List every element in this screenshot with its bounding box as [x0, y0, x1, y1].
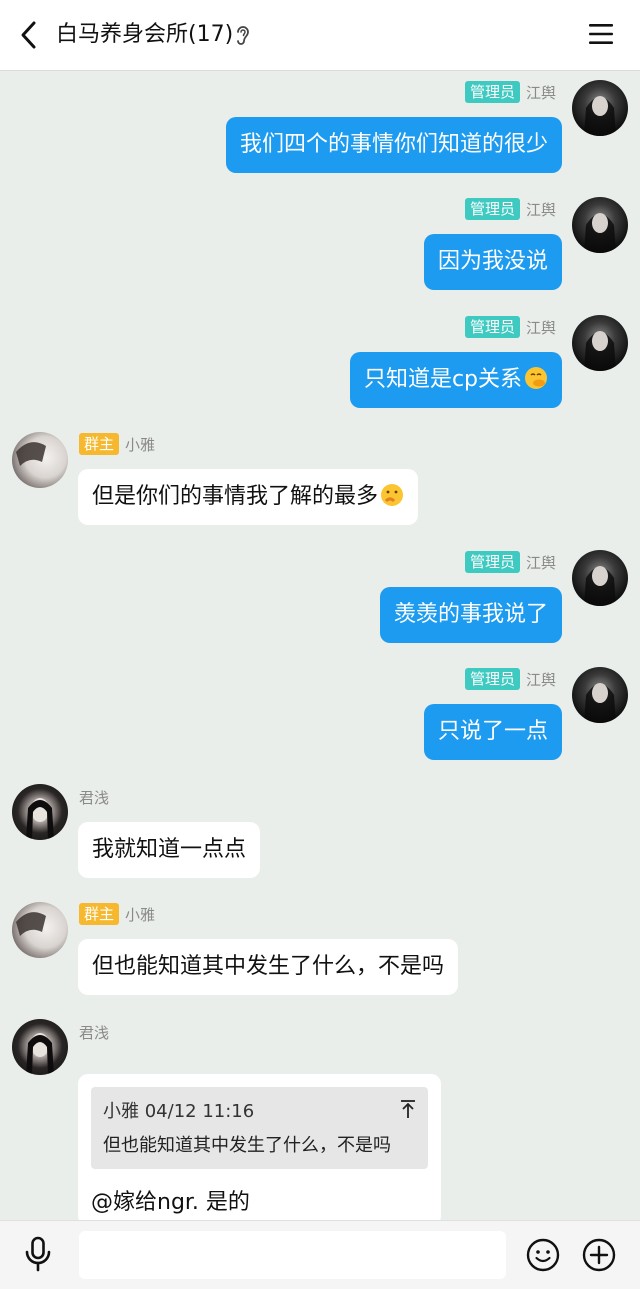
sender-row: 管理员 江舆 — [464, 316, 556, 338]
ear-icon[interactable] — [234, 24, 252, 46]
menu-icon[interactable] — [588, 22, 614, 46]
avatar[interactable] — [12, 1019, 68, 1075]
sender-row: 君浅 — [79, 1021, 109, 1043]
sender-row: 管理员 江舆 — [464, 81, 556, 103]
message-list[interactable]: 管理员 江舆 我们四个的事情你们知道的很少 管理员 江舆 因为我没说 管理员 江… — [0, 71, 640, 1220]
reply-text: @嫁给ngr. 是的 — [91, 1190, 250, 1215]
input-bar — [0, 1220, 640, 1289]
thinking-face-emoji-icon — [381, 484, 404, 506]
avatar[interactable] — [12, 902, 68, 958]
message-bubble[interactable]: 我就知道一点点 — [78, 822, 261, 878]
avatar[interactable] — [12, 784, 68, 840]
sender-row: 群主 小雅 — [79, 903, 155, 925]
admin-badge: 管理员 — [464, 198, 520, 220]
avatar[interactable] — [572, 667, 628, 723]
sender-row: 管理员 江舆 — [464, 551, 556, 573]
sender-row: 管理员 江舆 — [464, 198, 556, 220]
avatar[interactable] — [572, 550, 628, 606]
avatar[interactable] — [572, 197, 628, 253]
plus-icon[interactable] — [582, 1238, 616, 1272]
sender-name: 江舆 — [525, 200, 556, 219]
quote-arrow-icon[interactable] — [400, 1099, 416, 1119]
mic-icon[interactable] — [24, 1236, 52, 1272]
smile-icon[interactable] — [526, 1238, 560, 1272]
owner-badge: 群主 — [79, 433, 120, 455]
admin-badge: 管理员 — [464, 551, 520, 573]
quoted-message[interactable]: 小雅 04/12 11:16 但也能知道其中发生了什么，不是吗 — [91, 1087, 428, 1169]
avatar[interactable] — [12, 432, 68, 488]
sender-name: 君浅 — [79, 788, 110, 807]
avatar[interactable] — [572, 80, 628, 136]
reply-bubble[interactable]: 小雅 04/12 11:16 但也能知道其中发生了什么，不是吗 @嫁给ngr. … — [78, 1074, 441, 1220]
sender-row: 管理员 江舆 — [464, 668, 556, 690]
admin-badge: 管理员 — [464, 316, 520, 338]
message-bubble[interactable]: 我们四个的事情你们知道的很少 — [225, 117, 562, 173]
owner-badge: 群主 — [79, 903, 120, 925]
sender-name: 君浅 — [79, 1023, 110, 1042]
message-bubble[interactable]: 只说了一点 — [423, 704, 562, 760]
message-bubble[interactable]: 但也能知道其中发生了什么，不是吗 — [78, 939, 459, 995]
sender-name: 江舆 — [525, 670, 556, 689]
sender-row: 群主 小雅 — [79, 433, 155, 455]
message-bubble[interactable]: 但是你们的事情我了解的最多 — [78, 469, 419, 525]
avatar[interactable] — [572, 315, 628, 371]
sender-row: 君浅 — [79, 786, 109, 808]
quote-text: 但也能知道其中发生了什么，不是吗 — [103, 1135, 391, 1156]
chat-header: 白马养身会所(17) — [0, 0, 640, 71]
sender-name: 江舆 — [525, 318, 556, 337]
sender-name: 江舆 — [525, 553, 556, 572]
message-input[interactable] — [79, 1231, 506, 1279]
message-text: 但是你们的事情我了解的最多 — [92, 484, 379, 509]
sender-name: 小雅 — [125, 905, 156, 924]
message-bubble[interactable]: 羡羡的事我说了 — [379, 587, 562, 643]
admin-badge: 管理员 — [464, 668, 520, 690]
back-icon[interactable] — [14, 18, 44, 52]
message-bubble[interactable]: 只知道是cp关系 — [349, 352, 562, 408]
quote-header: 小雅 04/12 11:16 — [103, 1101, 255, 1122]
message-bubble[interactable]: 因为我没说 — [423, 234, 562, 290]
message-text: 只知道是cp关系 — [363, 367, 522, 392]
face-hand-over-mouth-emoji-icon — [525, 367, 547, 389]
sender-name: 小雅 — [125, 435, 156, 454]
chat-title[interactable]: 白马养身会所(17) — [56, 19, 233, 51]
sender-name: 江舆 — [525, 83, 556, 102]
admin-badge: 管理员 — [464, 81, 520, 103]
